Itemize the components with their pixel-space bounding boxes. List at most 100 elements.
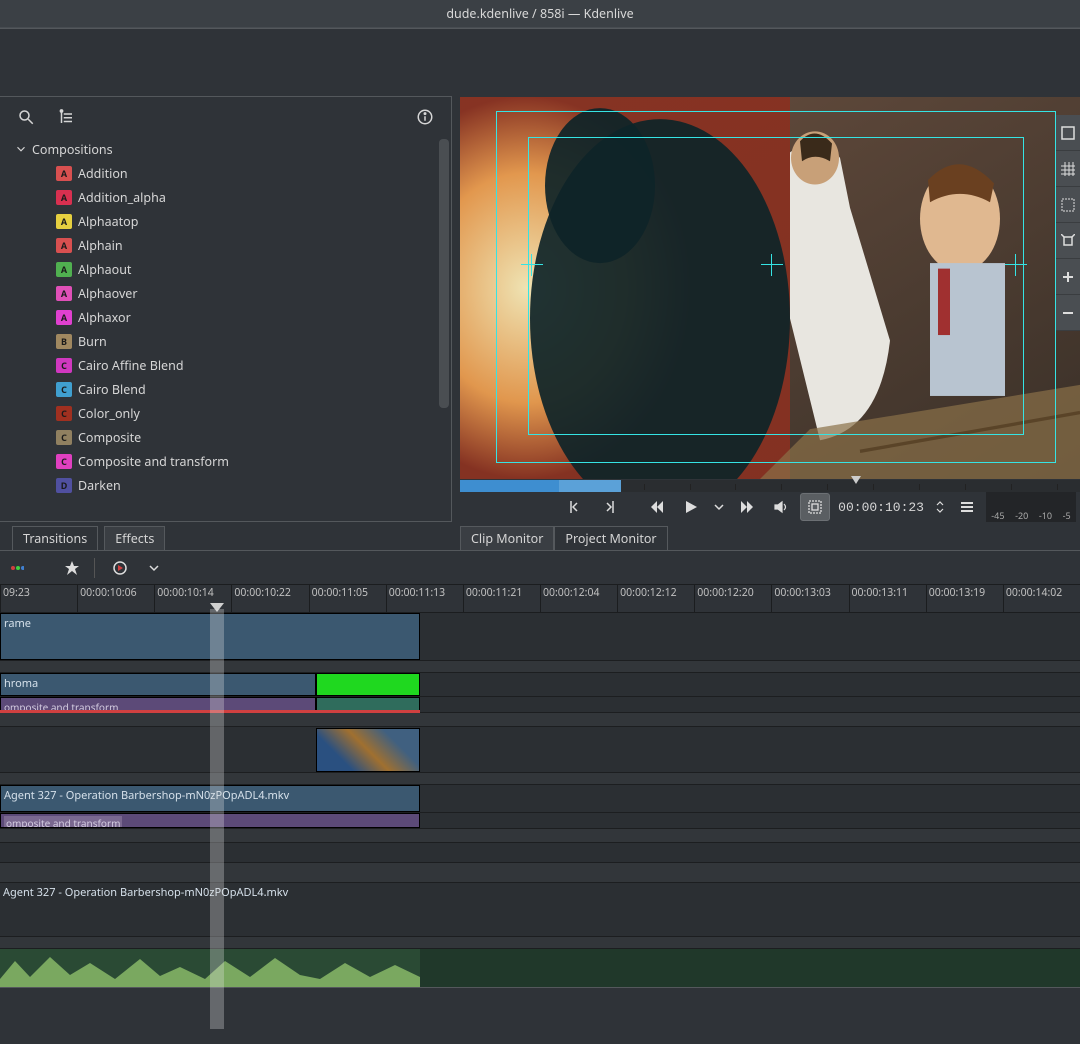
composition-item[interactable]: C Composite and transform bbox=[0, 449, 451, 473]
timecode-display[interactable]: 00:00:10:23 bbox=[838, 500, 924, 515]
audio-waveform-track[interactable] bbox=[0, 949, 1080, 987]
video-track-3[interactable] bbox=[0, 727, 1080, 773]
edit-mode-icon[interactable] bbox=[800, 493, 830, 521]
composition-item[interactable]: CCairo Blend bbox=[0, 377, 451, 401]
monitor-viewport[interactable] bbox=[460, 97, 1080, 479]
audio-track-header[interactable]: Agent 327 - Operation Barbershop-mN0zPOp… bbox=[0, 883, 1080, 937]
composition-label: Darken bbox=[78, 477, 121, 494]
video-track-4[interactable]: Agent 327 - Operation Barbershop-mN0zPOp… bbox=[0, 785, 1080, 813]
empty-track-2[interactable] bbox=[0, 863, 1080, 883]
video-track-2[interactable]: hroma bbox=[0, 673, 1080, 697]
monitor-panel: 00:00:10:23 -45 -20 -10 -5 bbox=[452, 96, 1080, 522]
composition-item[interactable]: AAddition_alpha bbox=[0, 185, 451, 209]
composite-track-2[interactable]: omposite and transform bbox=[0, 813, 1080, 829]
clip-teal[interactable] bbox=[316, 697, 420, 711]
playhead-marker-icon bbox=[851, 476, 861, 486]
composition-item[interactable]: CColor_only bbox=[0, 401, 451, 425]
ruler-tick: 00:00:10:06 bbox=[77, 585, 154, 612]
clip-chroma[interactable]: hroma bbox=[0, 673, 316, 696]
track-separator bbox=[0, 829, 1080, 843]
clip-green[interactable] bbox=[316, 673, 420, 696]
forward-icon[interactable] bbox=[732, 493, 762, 521]
composition-item[interactable]: BBurn bbox=[0, 329, 451, 353]
tree-view-icon[interactable] bbox=[46, 99, 86, 135]
compositions-list[interactable]: Compositions AAdditionAAddition_alphaAAl… bbox=[0, 137, 451, 521]
composition-label: Alphain bbox=[78, 237, 123, 254]
composition-item[interactable]: CCairo Affine Blend bbox=[0, 353, 451, 377]
preview-render-icon[interactable] bbox=[106, 557, 134, 579]
composition-item[interactable]: AAlphaout bbox=[0, 257, 451, 281]
clip-frame[interactable]: rame bbox=[0, 613, 420, 660]
composition-badge: C bbox=[56, 382, 72, 397]
safe-zone-inner bbox=[528, 137, 1024, 435]
track-compositing-icon[interactable] bbox=[4, 558, 30, 578]
composition-label: Composite and transform bbox=[78, 453, 229, 470]
composition-item[interactable]: AAlphain bbox=[0, 233, 451, 257]
timeline[interactable]: rame hroma omposite and transform Agent … bbox=[0, 612, 1080, 1044]
ruler-tick: 00:00:14:02 bbox=[1003, 585, 1080, 612]
crosshair-left bbox=[524, 257, 540, 273]
clip-thumbnail[interactable] bbox=[316, 728, 420, 772]
composition-badge: C bbox=[56, 358, 72, 373]
composition-item[interactable]: AAlphaatop bbox=[0, 209, 451, 233]
scrollbar[interactable] bbox=[439, 139, 449, 408]
search-icon[interactable] bbox=[6, 99, 46, 135]
meter-label: -10 bbox=[1039, 509, 1052, 522]
monitor-scrubber[interactable] bbox=[460, 480, 1080, 492]
timeline-ruler[interactable]: 09:2300:00:10:0600:00:10:1400:00:10:2200… bbox=[0, 584, 1080, 612]
crosshair-right bbox=[1008, 257, 1024, 273]
clip-label: Agent 327 - Operation Barbershop-mN0zPOp… bbox=[3, 885, 288, 900]
volume-icon[interactable] bbox=[766, 493, 796, 521]
tab-clip-monitor[interactable]: Clip Monitor bbox=[460, 526, 554, 550]
upper-panels: Compositions AAdditionAAddition_alphaAAl… bbox=[0, 96, 1080, 522]
video-track-1[interactable]: rame bbox=[0, 613, 1080, 661]
clip-agent-2[interactable]: Agent 327 - Operation Barbershop-mN0zPOp… bbox=[0, 883, 1080, 936]
composition-label: Addition bbox=[78, 165, 128, 182]
waveform bbox=[0, 949, 420, 987]
tab-project-monitor[interactable]: Project Monitor bbox=[554, 526, 667, 550]
track-separator bbox=[0, 661, 1080, 673]
composition-item[interactable]: AAddition bbox=[0, 161, 451, 185]
ruler-tick: 00:00:11:13 bbox=[386, 585, 463, 612]
composition-badge: A bbox=[56, 310, 72, 325]
tab-transitions[interactable]: Transitions bbox=[12, 526, 98, 550]
timecode-stepper-icon[interactable] bbox=[932, 493, 948, 521]
ruler-tick: 09:23 bbox=[0, 585, 77, 612]
fit-icon[interactable] bbox=[1056, 223, 1080, 259]
ruler-tick: 00:00:12:04 bbox=[540, 585, 617, 612]
clip-agent-1[interactable]: Agent 327 - Operation Barbershop-mN0zPOp… bbox=[0, 785, 420, 812]
options-menu-icon[interactable] bbox=[952, 493, 982, 521]
set-out-point-icon[interactable] bbox=[594, 493, 624, 521]
composition-badge: C bbox=[56, 454, 72, 469]
set-in-point-icon[interactable] bbox=[560, 493, 590, 521]
composition-item[interactable]: A Alphaxor bbox=[0, 305, 451, 329]
composition-item[interactable]: CComposite bbox=[0, 425, 451, 449]
window-title: dude.kdenlive / 858i — Kdenlive bbox=[446, 5, 633, 22]
composition-label: Alphaxor bbox=[78, 309, 131, 326]
tab-effects[interactable]: Effects bbox=[104, 526, 165, 550]
window-titlebar: dude.kdenlive / 858i — Kdenlive bbox=[0, 0, 1080, 28]
composite-track-1[interactable]: omposite and transform bbox=[0, 697, 1080, 713]
play-options-dropdown-icon[interactable] bbox=[710, 493, 728, 521]
preview-dropdown-icon[interactable] bbox=[142, 559, 166, 577]
track-separator bbox=[0, 713, 1080, 727]
safe-zone-icon[interactable] bbox=[1056, 187, 1080, 223]
favorite-icon[interactable] bbox=[58, 557, 86, 579]
composition-item[interactable]: DDarken bbox=[0, 473, 451, 497]
clip-composite-transform-1[interactable]: omposite and transform bbox=[0, 697, 316, 711]
play-icon[interactable] bbox=[676, 493, 706, 521]
composition-item[interactable]: AAlphaover bbox=[0, 281, 451, 305]
zoom-out-icon[interactable] bbox=[1056, 295, 1080, 331]
info-icon[interactable] bbox=[405, 99, 445, 135]
timeline-bottom-border bbox=[0, 987, 1080, 997]
composition-badge: C bbox=[56, 406, 72, 421]
compositions-header[interactable]: Compositions bbox=[0, 137, 451, 161]
zoom-in-icon[interactable] bbox=[1056, 259, 1080, 295]
fullscreen-icon[interactable] bbox=[1056, 115, 1080, 151]
empty-track-1[interactable] bbox=[0, 843, 1080, 863]
grid-icon[interactable] bbox=[1056, 151, 1080, 187]
chevron-down-icon bbox=[14, 142, 28, 156]
rewind-icon[interactable] bbox=[642, 493, 672, 521]
clip-composite-transform-2[interactable]: omposite and transform bbox=[0, 813, 420, 828]
compositions-toolbar bbox=[0, 97, 451, 137]
